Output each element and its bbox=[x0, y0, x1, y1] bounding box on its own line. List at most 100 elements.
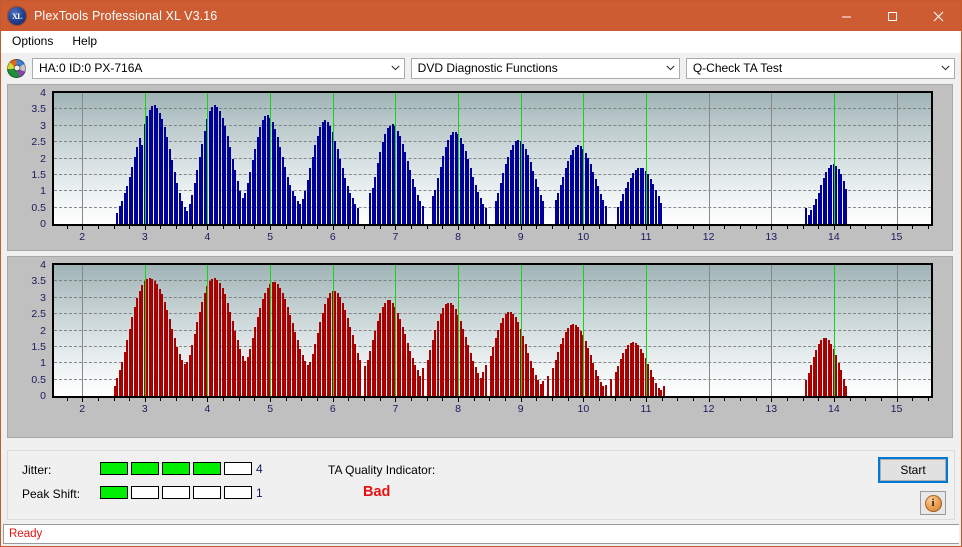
chevron-down-icon bbox=[662, 65, 679, 71]
selector-toolbar: HA:0 ID:0 PX-716A DVD Diagnostic Functio… bbox=[1, 53, 961, 84]
grid-line-horizontal bbox=[54, 296, 931, 298]
info-button[interactable]: i bbox=[920, 491, 946, 515]
function-select[interactable]: DVD Diagnostic Functions bbox=[410, 57, 680, 79]
x-axis-minor-tick bbox=[802, 226, 804, 229]
x-axis-minor-tick bbox=[630, 398, 632, 401]
x-axis-tick-label: 8 bbox=[455, 231, 461, 243]
y-axis-tick-label: 0.5 bbox=[31, 373, 46, 386]
marker-line bbox=[332, 93, 334, 224]
x-axis-minor-tick bbox=[552, 226, 553, 229]
x-axis-minor-tick bbox=[176, 226, 178, 229]
maximize-icon[interactable] bbox=[869, 1, 915, 31]
grid-line-vertical bbox=[771, 265, 773, 396]
test-select[interactable]: Q-Check TA Test bbox=[685, 57, 955, 79]
marker-line bbox=[833, 93, 835, 224]
x-axis-minor-tick bbox=[927, 398, 929, 401]
x-axis-minor-tick bbox=[348, 398, 350, 401]
x-axis-minor-tick bbox=[379, 226, 381, 229]
x-axis-tick-label: 3 bbox=[141, 231, 148, 243]
marker-line bbox=[458, 265, 460, 396]
x-axis-minor-tick bbox=[411, 398, 413, 401]
plot-wrap-blue bbox=[52, 91, 933, 226]
chart-bar bbox=[421, 206, 424, 224]
grid-line-vertical bbox=[82, 265, 84, 396]
x-axis-minor-tick bbox=[505, 398, 507, 401]
meter-cell bbox=[131, 486, 159, 499]
function-select-value: DVD Diagnostic Functions bbox=[417, 61, 558, 75]
x-axis-minor-tick bbox=[442, 226, 444, 229]
grid-line-horizontal bbox=[54, 173, 931, 175]
marker-line bbox=[207, 93, 209, 224]
x-axis-minor-tick bbox=[238, 398, 240, 401]
close-icon[interactable] bbox=[915, 1, 961, 31]
x-axis-minor-tick bbox=[364, 226, 366, 229]
x-axis-minor-tick bbox=[473, 226, 475, 229]
x-axis-minor-tick bbox=[505, 226, 507, 229]
x-axis-minor-tick bbox=[567, 398, 569, 401]
x-axis-minor-tick bbox=[661, 226, 663, 229]
x-axis-minor-tick bbox=[129, 398, 131, 401]
x-axis-tick-label: 8 bbox=[455, 403, 461, 415]
jitter-meter bbox=[100, 462, 252, 475]
x-axis-minor-tick bbox=[739, 226, 741, 229]
x-axis-minor-tick bbox=[160, 226, 162, 229]
x-axis-tick bbox=[458, 226, 460, 230]
grid-line-horizontal bbox=[54, 92, 931, 93]
x-axis-minor-tick bbox=[661, 398, 663, 401]
x-axis-minor-tick bbox=[66, 398, 68, 401]
x-axis-tick-label: 6 bbox=[329, 231, 336, 243]
test-select-value: Q-Check TA Test bbox=[692, 61, 783, 75]
x-axis-tick bbox=[708, 398, 710, 402]
window-title: PlexTools Professional XL V3.16 bbox=[34, 9, 218, 23]
x-axis-minor-tick bbox=[755, 398, 757, 401]
x-axis-tick bbox=[144, 226, 146, 230]
grid-line-horizontal bbox=[54, 157, 931, 159]
x-axis-minor-tick bbox=[755, 226, 757, 229]
charts-area: 0 0.5 1 1.5 2 2.5 3 3.5 4 2 3 4 5 6 7 8 9 10 11 12 13 14 15 0… bbox=[1, 84, 961, 446]
grid-line-vertical bbox=[708, 93, 710, 224]
x-axis-minor-tick bbox=[536, 226, 538, 229]
x-axis-tick-label: 15 bbox=[890, 403, 903, 415]
drive-select[interactable]: HA:0 ID:0 PX-716A bbox=[32, 57, 405, 79]
chart-bar bbox=[356, 207, 359, 224]
x-axis-minor-tick bbox=[113, 226, 115, 229]
x-axis-minor-tick bbox=[364, 398, 366, 401]
x-axis-tick-label: 13 bbox=[765, 403, 778, 415]
x-axis-minor-tick bbox=[912, 226, 914, 229]
x-axis-minor-tick bbox=[818, 226, 820, 229]
start-button[interactable]: Start bbox=[880, 459, 946, 481]
x-axis-tick-label: 9 bbox=[517, 403, 524, 415]
x-axis-tick-label: 7 bbox=[392, 231, 399, 243]
marker-line bbox=[833, 265, 835, 396]
x-axis-tick bbox=[771, 226, 773, 230]
menu-bar: Options Help bbox=[1, 31, 961, 53]
x-axis-minor-tick bbox=[677, 398, 679, 401]
menu-item-help[interactable]: Help bbox=[68, 32, 106, 51]
menu-item-options[interactable]: Options bbox=[8, 32, 62, 51]
x-axis-minor-tick bbox=[614, 398, 616, 401]
x-axis-tick-label: 15 bbox=[890, 231, 903, 243]
x-axis-minor-tick bbox=[254, 398, 256, 401]
chart-bar bbox=[660, 202, 662, 224]
marker-line bbox=[332, 265, 334, 396]
x-axis-tick-label: 7 bbox=[392, 403, 399, 415]
minimize-icon[interactable] bbox=[823, 1, 869, 31]
x-axis-tick bbox=[270, 398, 272, 402]
x-axis-minor-tick bbox=[849, 226, 851, 229]
x-axis-tick-label: 2 bbox=[79, 231, 86, 243]
x-axis-tick-label: 3 bbox=[141, 403, 148, 415]
x-axis-tick bbox=[395, 226, 397, 230]
grid-line-horizontal bbox=[54, 329, 931, 331]
meter-cell bbox=[162, 462, 190, 475]
grid-line-vertical bbox=[771, 93, 773, 224]
disc-icon bbox=[7, 58, 26, 78]
x-axis-minor-tick bbox=[348, 226, 350, 229]
meter-cell bbox=[100, 462, 128, 475]
x-axis-tick-label: 12 bbox=[702, 231, 715, 243]
x-axis-tick bbox=[332, 226, 334, 230]
grid-line-horizontal bbox=[54, 141, 931, 143]
x-axis-minor-tick bbox=[927, 226, 929, 229]
x-axis-tick bbox=[458, 398, 460, 402]
grid-line-horizontal bbox=[54, 264, 931, 265]
x-axis-tick-label: 11 bbox=[640, 231, 652, 243]
